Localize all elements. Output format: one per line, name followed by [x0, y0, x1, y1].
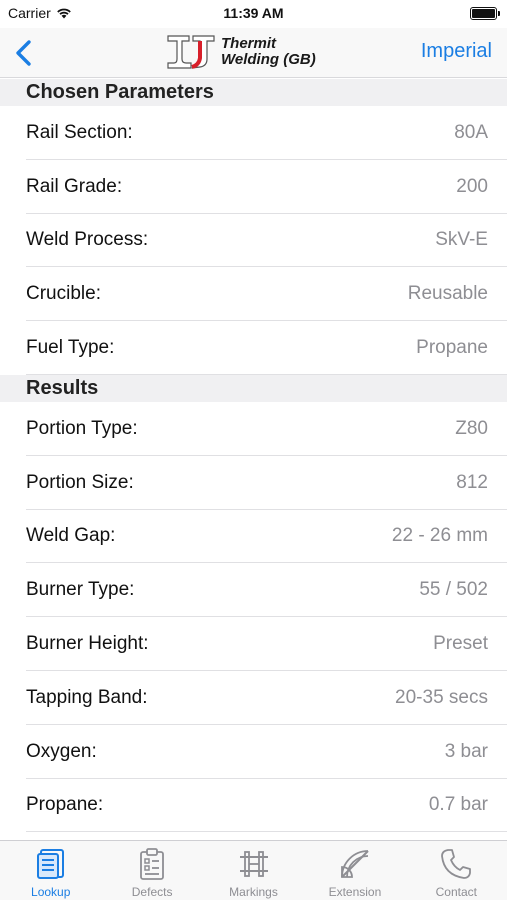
- chevron-left-icon: [16, 40, 31, 66]
- row-value: 20-35 secs: [395, 686, 488, 708]
- row-tapping-band: Tapping Band: 20-35 secs: [0, 671, 507, 725]
- row-value: 80A: [454, 121, 488, 143]
- extension-icon: [341, 850, 369, 878]
- tab-defects[interactable]: Defects: [101, 841, 202, 900]
- row-label: Fuel Type:: [26, 337, 115, 359]
- section-header-chosen-parameters: Chosen Parameters: [0, 79, 507, 106]
- row-weld-gap: Weld Gap: 22 - 26 mm: [0, 510, 507, 564]
- row-rail-grade: Rail Grade: 200: [0, 160, 507, 214]
- row-value: 0.7 bar: [428, 794, 488, 816]
- row-rail-section: Rail Section: 80A: [0, 106, 507, 160]
- row-value: 3 bar: [444, 740, 488, 762]
- lookup-icon: [36, 849, 64, 879]
- row-label: Portion Type:: [26, 417, 138, 439]
- tab-label: Extension: [328, 885, 382, 899]
- section-header-results: Results: [0, 374, 507, 402]
- row-value: 22 - 26 mm: [391, 525, 488, 547]
- phone-icon: [441, 849, 472, 879]
- row-oxygen: Oxygen: 3 bar: [0, 725, 507, 779]
- row-value: 812: [456, 471, 488, 493]
- row-label: Burner Height:: [26, 633, 149, 655]
- tab-contact[interactable]: Contact: [406, 841, 507, 900]
- row-label: Weld Process:: [26, 229, 149, 251]
- tab-extension[interactable]: Extension: [304, 841, 405, 900]
- row-label: Propane:: [26, 794, 104, 816]
- tab-label: Contact: [435, 885, 477, 899]
- battery-icon: [470, 7, 500, 20]
- row-portion-type: Portion Type: Z80: [0, 402, 507, 456]
- row-weld-process: Weld Process: SkV-E: [0, 214, 507, 268]
- status-time: 11:39 AM: [223, 5, 284, 21]
- tab-markings[interactable]: Markings: [203, 841, 304, 900]
- row-fuel-type: Fuel Type: Propane: [0, 321, 507, 375]
- row-label: Weld Gap:: [26, 525, 116, 547]
- row-value: 55 / 502: [419, 579, 488, 601]
- row-label: Tapping Band:: [26, 686, 148, 708]
- row-value: 200: [456, 175, 488, 197]
- row-label: Oxygen:: [26, 740, 97, 762]
- row-label: Rail Section:: [26, 121, 133, 143]
- tab-label: Markings: [229, 885, 278, 899]
- logo-line-2: Welding (GB): [221, 51, 316, 68]
- markings-icon: [239, 851, 268, 877]
- tab-label: Lookup: [31, 885, 71, 899]
- back-button[interactable]: [12, 38, 36, 68]
- row-label: Burner Type:: [26, 579, 135, 601]
- tab-label: Defects: [131, 885, 173, 899]
- results-list: Chosen Parameters Rail Section: 80A Rail…: [0, 79, 507, 840]
- tab-bar: Lookup Defects Markings Extension Contac…: [0, 840, 507, 900]
- row-crucible: Crucible: Reusable: [0, 267, 507, 321]
- defects-icon: [140, 848, 165, 880]
- row-label: Rail Grade:: [26, 175, 123, 197]
- navigation-bar: Thermit Welding (GB) Imperial: [0, 28, 507, 78]
- imperial-button[interactable]: Imperial: [421, 40, 492, 63]
- row-value: Preset: [433, 633, 488, 655]
- tab-lookup[interactable]: Lookup: [0, 841, 101, 900]
- row-propane: Propane: 0.7 bar: [0, 779, 507, 833]
- rail-logo-icon: [167, 35, 215, 69]
- row-portion-size: Portion Size: 812: [0, 456, 507, 510]
- app-logo: Thermit Welding (GB): [165, 34, 316, 70]
- row-value: SkV-E: [435, 229, 488, 251]
- logo-line-1: Thermit: [221, 35, 277, 52]
- row-burner-type: Burner Type: 55 / 502: [0, 563, 507, 617]
- row-value: Reusable: [407, 283, 488, 305]
- status-bar: Carrier 11:39 AM: [0, 0, 507, 28]
- row-burner-height: Burner Height: Preset: [0, 617, 507, 671]
- row-value: Propane: [416, 337, 488, 359]
- row-label: Portion Size:: [26, 471, 134, 493]
- row-value: Z80: [455, 417, 488, 439]
- row-label: Crucible:: [26, 283, 101, 305]
